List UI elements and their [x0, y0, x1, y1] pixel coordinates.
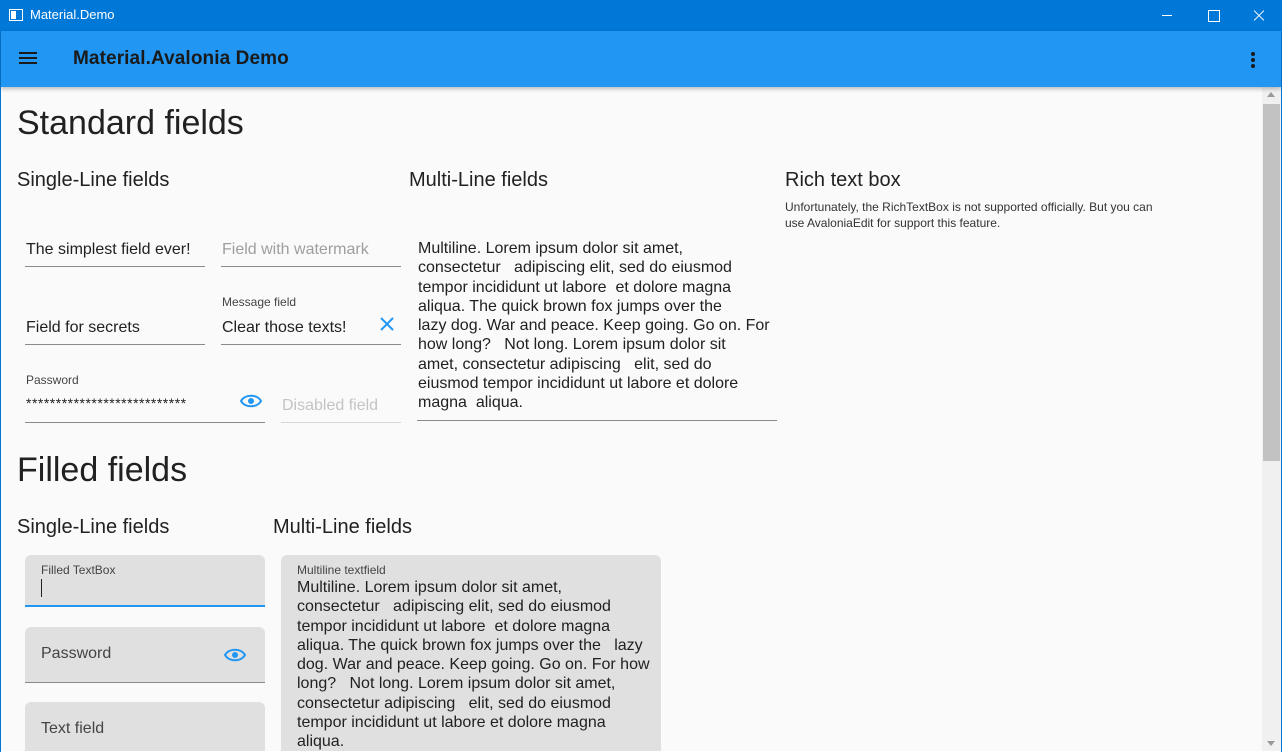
secrets-field-underline — [25, 344, 205, 345]
standard-multiline-underline — [417, 420, 777, 421]
multiline-line: aliqua. — [297, 733, 345, 751]
multiline-line: Multiline. Lorem ipsum dolor sit amet, — [297, 579, 562, 596]
standard-single-line-heading: Single-Line fields — [17, 169, 170, 191]
multiline-line: tempor incididunt ut labore et dolore ma… — [418, 278, 732, 296]
text-caret — [41, 579, 42, 597]
vertical-scrollbar[interactable] — [1262, 87, 1281, 751]
filled-multiline-text: Multiline. Lorem ipsum dolor sit amet, c… — [297, 578, 650, 751]
filled-password-placeholder: Password — [41, 645, 112, 662]
standard-fields-heading: Standard fields — [17, 104, 244, 142]
multiline-line: lazy dog. War and peace. Keep going. Go … — [418, 317, 770, 335]
secrets-field-value: Field for secrets — [26, 319, 140, 336]
multiline-line: aliqua. The quick brown fox jumps over t… — [297, 636, 643, 654]
window-titlebar: Material.Demo — [0, 0, 1282, 31]
multiline-line: dog. War and peace. Keep going. Go on. F… — [297, 656, 650, 674]
filled-textbox-underline — [25, 605, 265, 607]
filled-multiline-hint: Multiline textfield — [297, 563, 386, 577]
multiline-line: amet, consectetur adipiscing elit, sed d… — [418, 355, 712, 373]
scrollbar-thumb[interactable] — [1263, 104, 1280, 461]
hamburger-icon[interactable] — [19, 52, 39, 66]
standard-multi-line-heading: Multi-Line fields — [409, 169, 548, 191]
multiline-line: magna aliqua. — [418, 394, 523, 412]
eye-icon[interactable] — [224, 647, 246, 663]
multiline-line: tempor incididunt ut labore et dolore ma… — [297, 714, 606, 732]
message-field-underline — [221, 344, 401, 345]
filled-textbox[interactable]: Filled TextBox — [25, 555, 265, 607]
filled-textbox-hint: Filled TextBox — [41, 563, 116, 577]
app-window-icon — [9, 9, 23, 21]
simplest-field-underline — [25, 266, 205, 267]
kebab-icon[interactable] — [1243, 50, 1263, 70]
filled-text-field[interactable]: Text field — [25, 702, 265, 751]
scroll-down-arrow-icon[interactable] — [1262, 735, 1281, 751]
disabled-field: Disabled field — [281, 393, 401, 423]
password-field-value: *************************** — [26, 395, 187, 411]
content-area: Standard fields Single-Line fields Multi… — [1, 87, 1262, 751]
watermark-field-underline — [221, 266, 401, 267]
filled-fields-heading: Filled fields — [17, 451, 188, 489]
disabled-field-underline — [281, 422, 401, 423]
rich-text-heading: Rich text box — [785, 169, 901, 191]
multiline-line: long? Not long. Lorem ipsum dolor sit am… — [297, 675, 616, 693]
scroll-up-arrow-icon[interactable] — [1262, 87, 1281, 103]
standard-multiline-field[interactable]: Multiline. Lorem ipsum dolor sit amet, c… — [417, 239, 777, 421]
message-field[interactable]: Message field Clear those texts! — [221, 293, 401, 345]
app-title: Material.Avalonia Demo — [73, 48, 289, 69]
close-icon[interactable] — [379, 316, 395, 332]
multiline-line: consectetur adipiscing elit, sed do eius… — [297, 598, 611, 616]
eye-icon[interactable] — [240, 393, 262, 409]
window-title: Material.Demo — [30, 7, 115, 22]
simplest-field-value: The simplest field ever! — [26, 241, 191, 258]
filled-multiline-field[interactable]: Multiline textfield Multiline. Lorem ips… — [281, 555, 661, 751]
close-window-button[interactable] — [1236, 0, 1282, 31]
minimize-button[interactable] — [1144, 0, 1190, 31]
message-field-hint: Message field — [222, 295, 297, 309]
watermark-field[interactable]: Field with watermark — [221, 237, 401, 267]
filled-text-field-placeholder: Text field — [41, 720, 105, 737]
multiline-line: eiusmod tempor incididunt ut labore et d… — [418, 375, 739, 393]
secrets-field[interactable]: Field for secrets — [25, 315, 205, 345]
standard-multiline-text: Multiline. Lorem ipsum dolor sit amet, c… — [417, 239, 777, 413]
watermark-field-placeholder: Field with watermark — [222, 241, 369, 258]
filled-password-field[interactable]: Password — [25, 627, 265, 683]
multiline-line: tempor incididunt ut labore et dolore ma… — [297, 617, 611, 635]
filled-multi-line-heading: Multi-Line fields — [273, 516, 412, 538]
password-field[interactable]: Password *************************** — [25, 371, 265, 423]
multiline-line: Multiline. Lorem ipsum dolor sit amet, — [418, 240, 683, 257]
multiline-line: how long? Not long. Lorem ipsum dolor si… — [418, 336, 726, 354]
multiline-line: consectetur adipiscing elit, sed do eius… — [297, 694, 611, 712]
filled-single-line-heading: Single-Line fields — [17, 516, 170, 538]
password-field-underline — [25, 422, 265, 423]
rich-text-note: Unfortunately, the RichTextBox is not su… — [785, 200, 1153, 230]
filled-password-underline — [25, 682, 265, 683]
maximize-button[interactable] — [1190, 0, 1236, 31]
message-field-value: Clear those texts! — [222, 319, 347, 336]
multiline-line: aliqua. The quick brown fox jumps over t… — [418, 297, 722, 315]
simplest-field[interactable]: The simplest field ever! — [25, 237, 205, 267]
app-bar: Material.Avalonia Demo — [1, 31, 1281, 87]
password-field-hint: Password — [26, 373, 79, 387]
disabled-field-placeholder: Disabled field — [282, 397, 379, 414]
multiline-line: consectetur adipiscing elit, sed do eius… — [418, 259, 732, 277]
